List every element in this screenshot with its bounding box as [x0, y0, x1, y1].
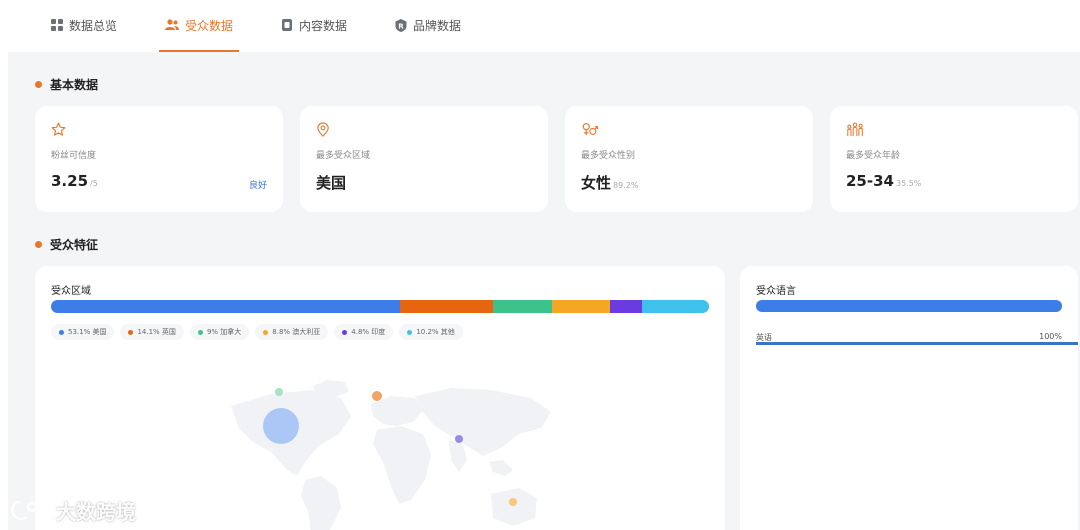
section-dot — [35, 81, 42, 88]
stat-card-top-gender: 最多受众性别 女性 89.2% — [565, 106, 813, 212]
legend-dot — [342, 329, 348, 335]
section-title-text: 基本数据 — [50, 78, 99, 92]
audience-language-card: 受众语言 英语 100% — [740, 266, 1078, 530]
region-bar-segment — [493, 300, 553, 313]
section-audience-features: 受众特征 — [35, 236, 98, 253]
tab-label: 内容数据 — [299, 18, 348, 33]
region-stacked-bar — [51, 300, 709, 313]
watermark-text: 大数跨境 — [56, 500, 136, 524]
region-bar-segment — [610, 300, 642, 313]
stat-value: 女性 89.2% — [581, 172, 638, 193]
audience-region-card: 受众区域 53.1% 美国 14.1% 英国 9% 加拿大 8.8% 澳大利亚 4.8%… — [35, 266, 725, 530]
legend-label: 10.2% 其他 — [416, 328, 455, 336]
bubble-canada — [275, 388, 283, 396]
language-percent: 100% — [1039, 332, 1062, 341]
legend-label: 14.1% 英国 — [137, 328, 176, 336]
tab-content-data[interactable]: 内容数据 — [275, 0, 353, 52]
bubble-uk — [372, 391, 382, 401]
watermark-logo-icon — [11, 500, 48, 520]
section-dot — [35, 241, 42, 248]
region-legend: 53.1% 美国 14.1% 英国 9% 加拿大 8.8% 澳大利亚 4.8% 印度 10… — [51, 324, 463, 340]
bubble-australia — [509, 498, 517, 506]
tab-label: 品牌数据 — [413, 18, 462, 33]
svg-text:R: R — [398, 22, 404, 30]
language-bar — [756, 300, 1062, 312]
stat-number: 25-34 — [846, 172, 894, 190]
region-legend-item: 14.1% 英国 — [120, 324, 184, 340]
region-legend-item: 8.8% 澳大利亚 — [255, 324, 329, 340]
legend-label: 8.8% 澳大利亚 — [272, 328, 321, 336]
stat-label: 最多受众年龄 — [846, 151, 901, 161]
region-bubbles — [263, 388, 517, 506]
region-legend-item: 53.1% 美国 — [51, 324, 115, 340]
stat-subtext: 89.2% — [613, 181, 639, 190]
location-pin-icon — [317, 122, 329, 137]
legend-label: 4.8% 印度 — [351, 328, 386, 336]
bubble-usa — [263, 408, 299, 444]
stat-card-fan-credibility: 粉丝可信度 3.25/5 良好 — [35, 106, 283, 212]
region-bar-segment — [641, 300, 709, 313]
brand-r-icon: R — [395, 18, 407, 32]
stat-number: 3.25 — [51, 172, 89, 190]
section-basic-data: 基本数据 — [35, 76, 98, 93]
stat-value: 美国 — [316, 172, 348, 193]
content-area: 基本数据 粉丝可信度 3.25/5 良好 最多受众区域 美国 最多受众性别 女性… — [8, 52, 1080, 530]
stat-number: 女性 — [581, 174, 612, 192]
region-legend-item: 10.2% 其他 — [399, 324, 463, 340]
stat-label: 最多受众区域 — [316, 151, 371, 161]
section-title-text: 受众特征 — [50, 238, 99, 252]
tab-label: 数据总览 — [69, 18, 118, 33]
region-bar-segment — [400, 300, 494, 313]
stat-rating-tag: 良好 — [248, 181, 267, 191]
stat-subtext: 35.5% — [895, 179, 922, 188]
tab-audience-data[interactable]: 受众数据 — [159, 0, 240, 52]
legend-dot — [263, 329, 269, 335]
legend-dot — [197, 329, 203, 335]
stat-value: 3.25/5 — [51, 172, 98, 190]
region-bar-segment — [51, 300, 401, 313]
document-icon — [282, 19, 293, 31]
tab-bar: 数据总览 受众数据 内容数据 R 品牌数据 — [0, 0, 1080, 52]
stat-subtext: /5 — [90, 179, 98, 188]
region-legend-item: 9% 加拿大 — [189, 324, 250, 340]
stat-card-top-region: 最多受众区域 美国 — [300, 106, 548, 212]
legend-dot — [59, 329, 64, 335]
legend-label: 9% 加拿大 — [206, 328, 242, 336]
language-progress-line — [756, 342, 1078, 345]
region-bar-segment — [552, 300, 611, 313]
stat-label: 粉丝可信度 — [51, 151, 97, 161]
star-icon — [51, 122, 66, 136]
grid-icon — [51, 19, 63, 31]
legend-label: 53.1% 美国 — [68, 328, 107, 336]
tab-data-overview[interactable]: 数据总览 — [45, 0, 123, 52]
watermark: 大数跨境 — [10, 496, 136, 525]
gender-icon — [582, 123, 599, 136]
stat-number: 美国 — [316, 174, 347, 192]
bubble-india — [455, 435, 463, 443]
card-title: 受众区域 — [51, 286, 91, 297]
stat-label: 最多受众性别 — [581, 151, 636, 161]
stat-value: 25-34 35.5% — [846, 172, 921, 190]
card-title: 受众语言 — [756, 286, 796, 297]
region-legend-item: 4.8% 印度 — [334, 324, 394, 340]
legend-dot — [128, 329, 134, 335]
stat-card-top-age: 最多受众年龄 25-34 35.5% — [830, 106, 1078, 212]
tab-label: 受众数据 — [185, 18, 234, 33]
age-people-icon — [847, 122, 863, 137]
users-icon — [165, 19, 180, 30]
legend-dot — [407, 329, 413, 335]
tab-brand-data[interactable]: R 品牌数据 — [389, 0, 467, 52]
